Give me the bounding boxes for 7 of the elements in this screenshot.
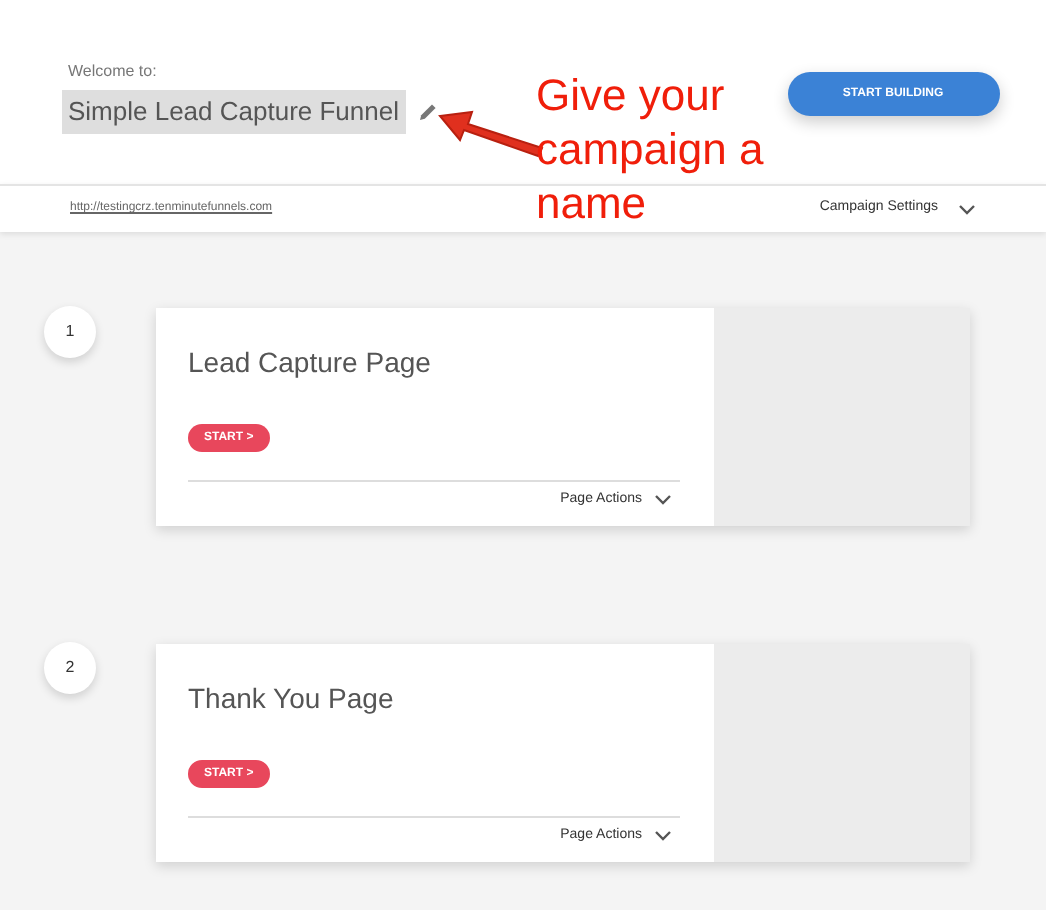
page-title: Thank You Page <box>188 680 396 716</box>
step-number: 2 <box>44 642 96 694</box>
campaign-name-field[interactable]: Simple Lead Capture Funnel <box>62 90 405 134</box>
annotation-text: Give your campaign a name <box>536 68 766 230</box>
step-number: 1 <box>44 306 96 358</box>
page-title: Lead Capture Page <box>188 344 433 380</box>
welcome-label: Welcome to: <box>66 60 159 84</box>
